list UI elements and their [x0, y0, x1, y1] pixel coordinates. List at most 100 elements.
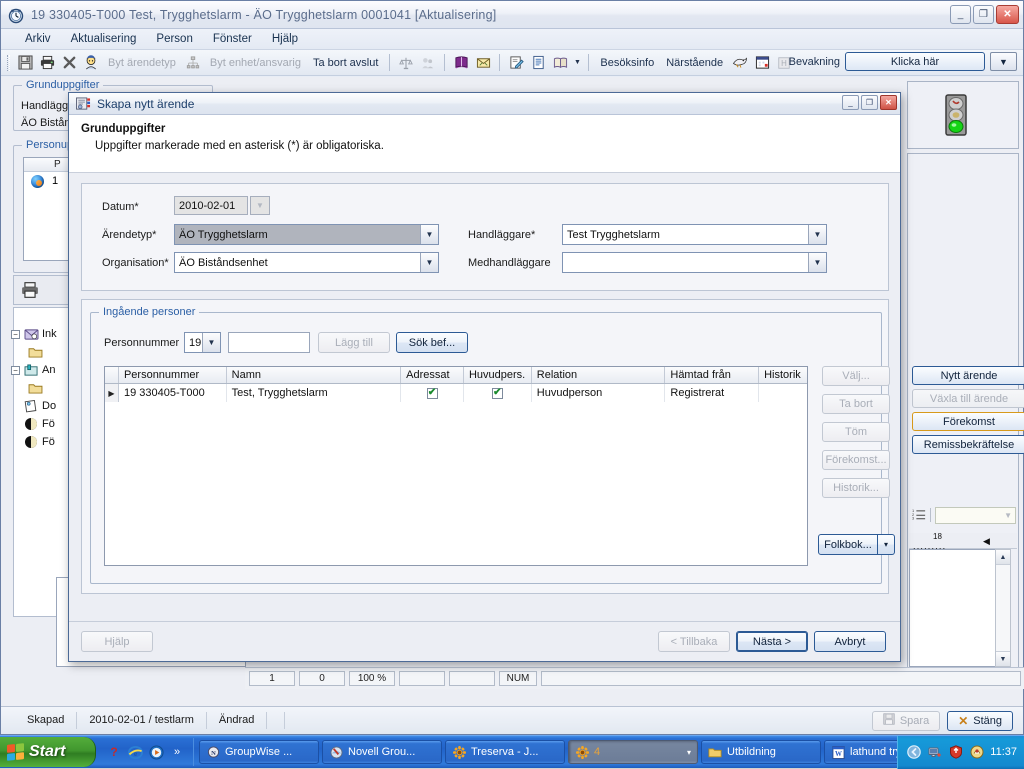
- century-dropdown-button[interactable]: ▼: [202, 333, 220, 352]
- medhandlaggare-dropdown-button[interactable]: ▼: [808, 253, 826, 272]
- print-icon[interactable]: [37, 53, 57, 73]
- minimize-button[interactable]: _: [950, 5, 971, 24]
- adressat-checkbox[interactable]: ✔: [427, 388, 438, 399]
- datum-picker-button[interactable]: ▼: [250, 196, 270, 215]
- network-icon[interactable]: [927, 745, 942, 760]
- task-group-chevron-icon[interactable]: ▾: [687, 748, 691, 757]
- grid-header-namn[interactable]: Namn: [227, 367, 401, 383]
- handlaggare-combo[interactable]: Test Trygghetslarm ▼: [562, 224, 827, 245]
- ingaende-personer-grid[interactable]: Personnummer Namn Adressat Huvudpers. Re…: [104, 366, 808, 566]
- task-groupwise-label: GroupWise ...: [225, 746, 292, 758]
- document-icon[interactable]: [528, 53, 548, 73]
- century-combo[interactable]: 19 ▼: [184, 332, 221, 353]
- menu-item-aktualisering[interactable]: Aktualisering: [61, 31, 147, 47]
- bird-icon[interactable]: [730, 53, 750, 73]
- save-icon[interactable]: [15, 53, 35, 73]
- ie-icon[interactable]: e: [127, 744, 143, 760]
- nasta-button[interactable]: Nästa >: [736, 631, 808, 652]
- delete-icon[interactable]: [59, 53, 79, 73]
- arendetyp-dropdown-button[interactable]: ▼: [420, 225, 438, 244]
- century-value[interactable]: 19: [185, 333, 202, 352]
- task-treserva-group[interactable]: 4 ▾: [568, 740, 698, 764]
- task-groupwise[interactable]: N GroupWise ...: [199, 740, 319, 764]
- open-book-icon[interactable]: [550, 53, 570, 73]
- svg-text:W: W: [835, 749, 842, 757]
- toolbar-besoksinfo[interactable]: Besöksinfo: [595, 55, 659, 71]
- folkbok-button[interactable]: Folkbok...: [818, 534, 878, 555]
- update-icon[interactable]: [969, 745, 984, 760]
- start-button[interactable]: Start: [0, 737, 96, 767]
- toolbar-ta-bort-avslut[interactable]: Ta bort avslut: [308, 55, 383, 71]
- toolbar-byt-enhet-ansvarig: Byt enhet/ansvarig: [205, 55, 306, 71]
- bg-style-combo[interactable]: ▼: [935, 507, 1016, 524]
- task-novell-groupwise[interactable]: Novell Grou...: [322, 740, 442, 764]
- bg-button-nytt-arende[interactable]: Nytt ärende: [912, 366, 1024, 385]
- menu-item-fonster[interactable]: Fönster: [203, 31, 262, 47]
- menu-item-arkiv[interactable]: Arkiv: [15, 31, 61, 47]
- bevakning-klicka-har-button[interactable]: Klicka här: [845, 52, 985, 71]
- tom-button: Töm: [822, 422, 890, 442]
- organisation-dropdown-button[interactable]: ▼: [420, 253, 438, 272]
- mail-icon[interactable]: [473, 53, 493, 73]
- dialog-maximize-button[interactable]: ❐: [861, 95, 878, 110]
- datum-field[interactable]: 2010-02-01: [174, 196, 248, 215]
- menu-item-hjalp[interactable]: Hjälp: [262, 31, 308, 47]
- task-utbildning[interactable]: Utbildning: [701, 740, 821, 764]
- handlaggare-value[interactable]: Test Trygghetslarm: [563, 225, 808, 244]
- chevron-more-icon[interactable]: »: [169, 744, 185, 760]
- grid-header-personnummer[interactable]: Personnummer: [119, 367, 227, 383]
- calendar-icon[interactable]: [752, 53, 772, 73]
- task-lathund[interactable]: W lathund tryg...: [824, 740, 897, 764]
- cell-huvudpers[interactable]: ✔: [464, 384, 532, 402]
- toolbar-grip[interactable]: [7, 55, 10, 71]
- avbryt-button[interactable]: Avbryt: [814, 631, 886, 652]
- chevron-down-icon[interactable]: ▼: [572, 53, 582, 73]
- bg-button-forekomst[interactable]: Förekomst: [912, 412, 1024, 431]
- media-icon[interactable]: [148, 744, 164, 760]
- sok-bef-button[interactable]: Sök bef...: [396, 332, 468, 353]
- tree-expander-icon[interactable]: −: [11, 330, 20, 339]
- arendetyp-value[interactable]: ÄO Trygghetslarm: [175, 225, 420, 244]
- organisation-value[interactable]: ÄO Biståndsenhet: [175, 253, 420, 272]
- bg-editor-vscrollbar[interactable]: ▲ ▼: [995, 549, 1011, 667]
- handlaggare-dropdown-button[interactable]: ▼: [808, 225, 826, 244]
- medhandlaggare-combo[interactable]: ▼: [562, 252, 827, 273]
- table-row[interactable]: ▶ 19 330405-T000 Test, Trygghetslarm ✔ ✔…: [105, 384, 807, 402]
- chevron-left-icon[interactable]: [906, 745, 921, 760]
- numbered-list-icon[interactable]: 1 2 3: [912, 507, 926, 523]
- bg-button-remissbekraftelse[interactable]: Remissbekräftelse: [912, 435, 1024, 454]
- person-icon[interactable]: [81, 53, 101, 73]
- arendetyp-combo[interactable]: ÄO Trygghetslarm ▼: [174, 224, 439, 245]
- menu-item-person[interactable]: Person: [146, 31, 202, 47]
- grid-header-relation[interactable]: Relation: [532, 367, 666, 383]
- folkbok-dropdown-button[interactable]: ▾: [878, 534, 895, 555]
- dialog-close-button[interactable]: ✕: [880, 95, 897, 110]
- grid-header-huvudpers[interactable]: Huvudpers.: [464, 367, 532, 383]
- grid-header-hamtad-fran[interactable]: Hämtad från: [665, 367, 759, 383]
- close-button[interactable]: ✕: [996, 5, 1019, 24]
- cell-adressat[interactable]: ✔: [401, 384, 464, 402]
- dialog-minimize-button[interactable]: _: [842, 95, 859, 110]
- grid-header-adressat[interactable]: Adressat: [401, 367, 464, 383]
- folkbok-split-button[interactable]: Folkbok... ▾: [818, 534, 895, 555]
- shield-icon[interactable]: [948, 745, 963, 760]
- scroll-up-button[interactable]: ▲: [996, 550, 1010, 565]
- taskbar-clock[interactable]: 11:37: [990, 746, 1017, 758]
- bg-editor-area[interactable]: [909, 549, 1003, 667]
- toolbar-narstaende[interactable]: Närstående: [661, 55, 728, 71]
- book-purple-icon[interactable]: [451, 53, 471, 73]
- organisation-combo[interactable]: ÄO Biståndsenhet ▼: [174, 252, 439, 273]
- bevakning-dropdown-button[interactable]: ▼: [990, 52, 1017, 71]
- personnummer-input[interactable]: [228, 332, 310, 353]
- write-note-icon[interactable]: [506, 53, 526, 73]
- grid-header-historik[interactable]: Historik: [759, 367, 807, 383]
- tree-expander-icon[interactable]: −: [11, 366, 20, 375]
- help-icon[interactable]: ?: [106, 744, 122, 760]
- scroll-down-button[interactable]: ▼: [996, 651, 1010, 666]
- stang-button[interactable]: ✕ Stäng: [947, 711, 1013, 731]
- bg-printer-icon[interactable]: [21, 281, 39, 302]
- medhandlaggare-value[interactable]: [563, 253, 808, 272]
- huvudpers-checkbox[interactable]: ✔: [492, 388, 503, 399]
- maximize-button[interactable]: ❐: [973, 5, 994, 24]
- task-treserva[interactable]: Treserva - J...: [445, 740, 565, 764]
